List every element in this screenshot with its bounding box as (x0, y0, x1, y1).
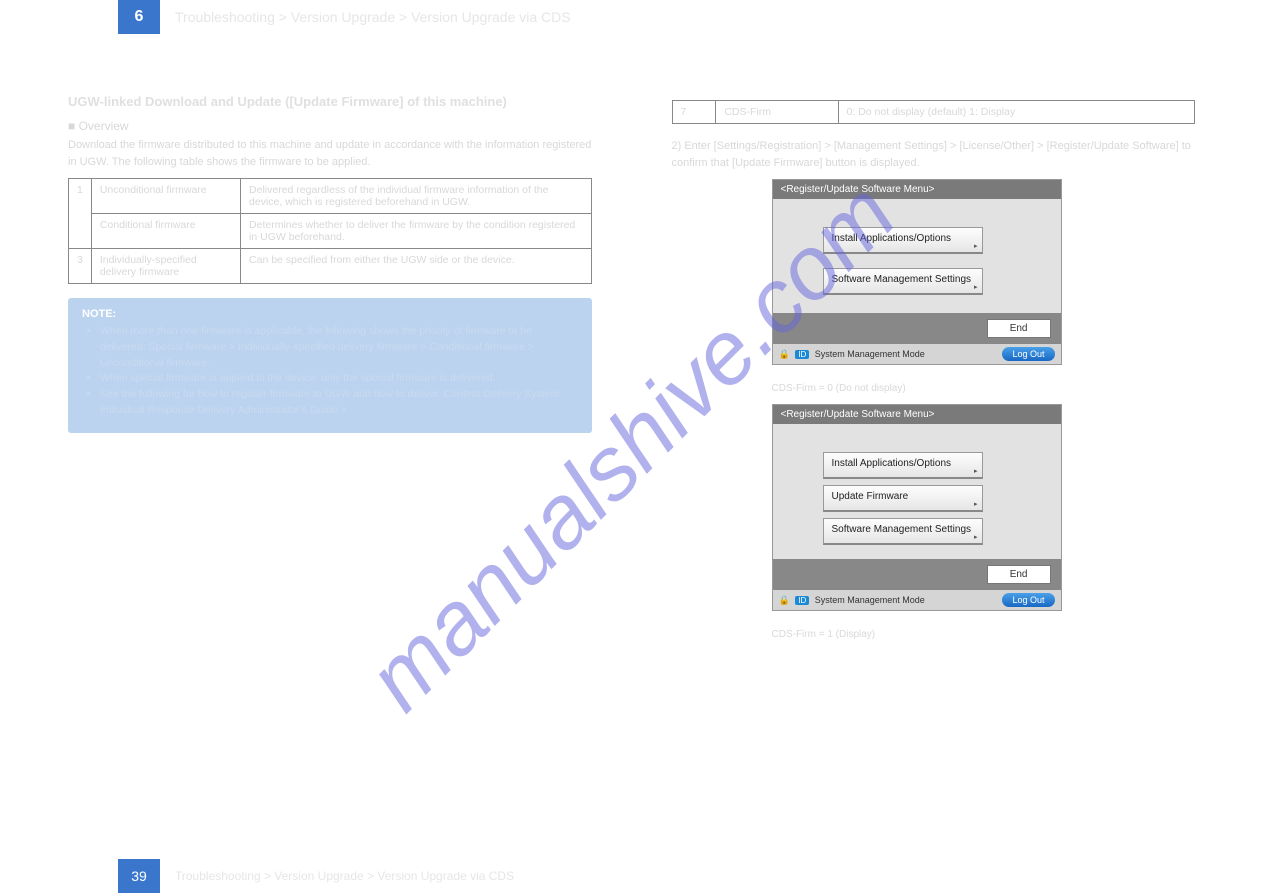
logout-button[interactable]: Log Out (1002, 347, 1054, 361)
caption-1: CDS-Firm = 0 (Do not display) (772, 383, 1196, 394)
caption-2: CDS-Firm = 1 (Display) (772, 629, 1196, 640)
table-cell: Determines whether to deliver the firmwa… (241, 214, 591, 249)
id-badge: ID (795, 596, 809, 605)
right-column: 7 CDS-Firm 0: Do not display (default) 1… (672, 94, 1196, 650)
page-number: 39 (118, 859, 160, 893)
id-badge: ID (795, 350, 809, 359)
ss-statusbar: 🔒 ID System Management Mode Log Out (773, 344, 1061, 364)
settings-table: 7 CDS-Firm 0: Do not display (default) 1… (672, 100, 1196, 124)
end-button[interactable]: End (987, 565, 1051, 584)
step-text: 2) Enter [Settings/Registration] > [Mana… (672, 138, 1196, 171)
lock-icon: 🔒 (779, 595, 790, 605)
ss-statusbar: 🔒 ID System Management Mode Log Out (773, 590, 1061, 610)
status-text: System Management Mode (815, 349, 925, 359)
table-cell: Can be specified from either the UGW sid… (241, 249, 591, 284)
update-firmware-button[interactable]: Update Firmware (823, 485, 983, 512)
note-box: NOTE: When more than one firmware is app… (68, 298, 592, 433)
status-text: System Management Mode (815, 595, 925, 605)
section-title: UGW-linked Download and Update ([Update … (68, 94, 592, 109)
install-apps-button[interactable]: Install Applications/Options (823, 452, 983, 479)
table-cell: 3 (69, 249, 92, 284)
left-column: UGW-linked Download and Update ([Update … (68, 94, 592, 650)
chapter-badge: 6 (118, 0, 160, 34)
table-cell: 1 (69, 179, 92, 249)
note-label: NOTE: (82, 308, 116, 320)
table-cell: 0: Do not display (default) 1: Display (838, 101, 1194, 124)
footer-breadcrumb: Troubleshooting > Version Upgrade > Vers… (175, 869, 514, 883)
lock-icon: 🔒 (779, 349, 790, 359)
end-button[interactable]: End (987, 319, 1051, 338)
software-mgmt-button[interactable]: Software Management Settings (823, 518, 983, 545)
table-cell: Conditional firmware (91, 214, 240, 249)
software-mgmt-button[interactable]: Software Management Settings (823, 268, 983, 295)
ss-bottombar: End (773, 559, 1061, 590)
logout-button[interactable]: Log Out (1002, 593, 1054, 607)
table-cell: Delivered regardless of the individual f… (241, 179, 591, 214)
section-subtitle: ■ Overview (68, 119, 592, 133)
ui-screenshot-display: <Register/Update Software Menu> Install … (772, 404, 1062, 611)
table-cell: 7 (672, 101, 716, 124)
ui-screenshot-nodisplay: <Register/Update Software Menu> Install … (772, 179, 1062, 365)
install-apps-button[interactable]: Install Applications/Options (823, 227, 983, 254)
table-cell: Individually-specified delivery firmware (91, 249, 240, 284)
table-cell: CDS-Firm (716, 101, 838, 124)
note-item: When special firmware is applied in the … (100, 371, 578, 387)
firmware-table: 1 Unconditional firmware Delivered regar… (68, 178, 592, 284)
note-item: See the following for how to register fi… (100, 387, 578, 419)
breadcrumb: Troubleshooting > Version Upgrade > Vers… (175, 9, 571, 25)
table-cell: Unconditional firmware (91, 179, 240, 214)
ss-bottombar: End (773, 313, 1061, 344)
ss-titlebar: <Register/Update Software Menu> (773, 180, 1061, 199)
intro-text: Download the firmware distributed to thi… (68, 137, 592, 170)
note-item: When more than one firmware is applicabl… (100, 324, 578, 371)
ss-titlebar: <Register/Update Software Menu> (773, 405, 1061, 424)
